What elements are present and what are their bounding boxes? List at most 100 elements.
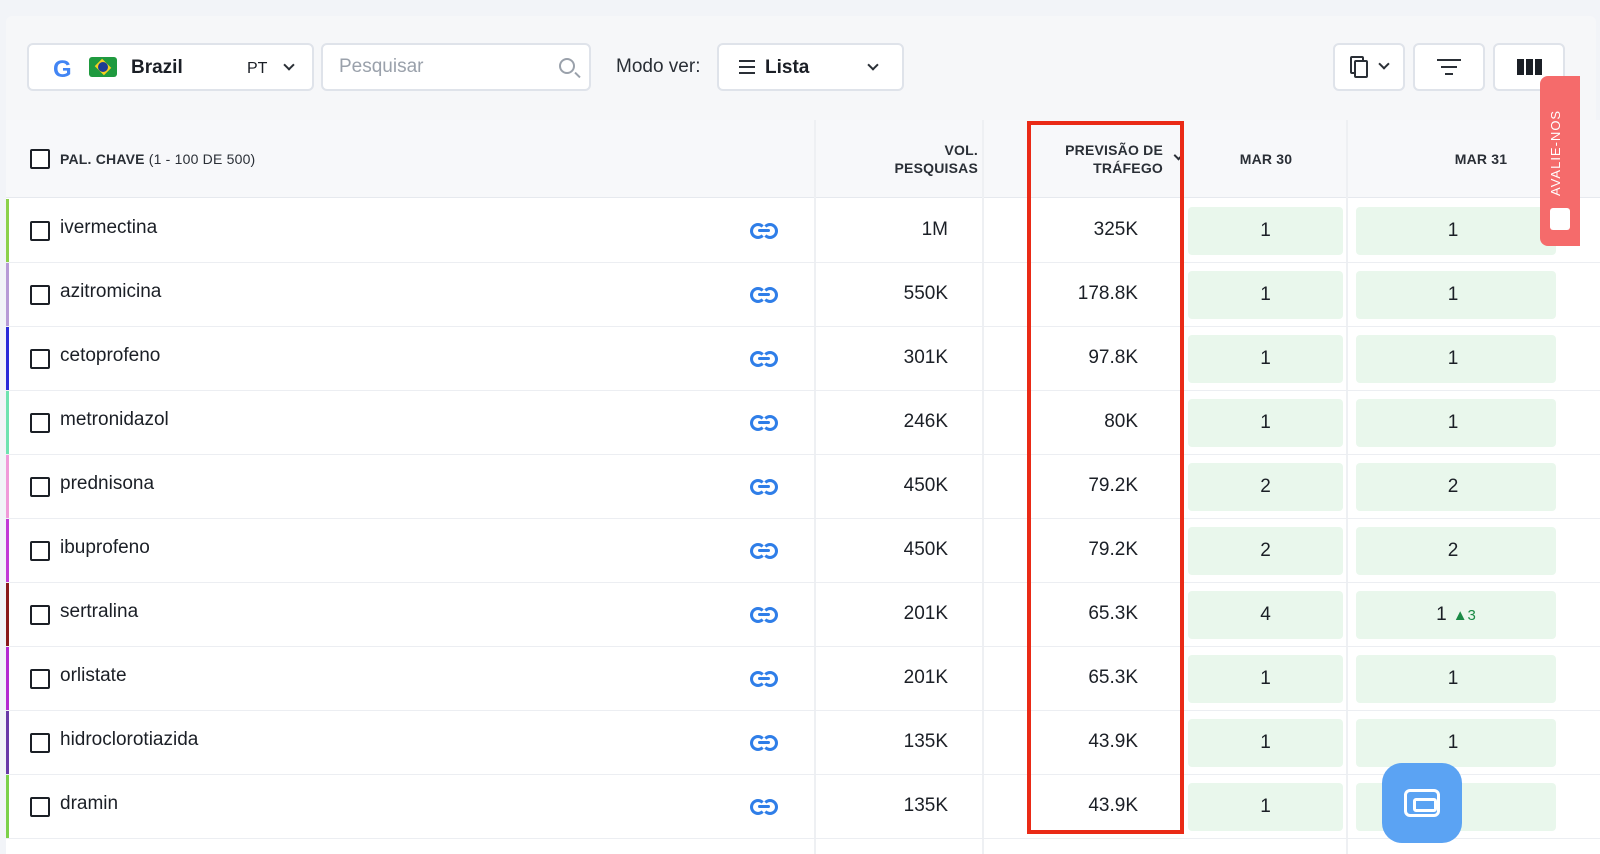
link-icon[interactable] [750, 543, 778, 559]
search-volume: 450K [903, 475, 948, 496]
header-keyword-count: (1 - 100 DE 500) [148, 151, 256, 167]
table-row: hidroclorotiazida 135K 43.9K 1 1 [6, 711, 1600, 775]
table-row: prednisona 450K 79.2K 2 2 [6, 455, 1600, 519]
select-all-checkbox[interactable] [30, 149, 50, 169]
search-volume: 1M [921, 219, 948, 240]
region-country: Brazil [131, 57, 183, 78]
columns-icon [1516, 59, 1542, 75]
keyword-color-bar [6, 391, 9, 454]
keyword-text: metronidazol [60, 409, 169, 430]
search-icon[interactable] [559, 58, 575, 74]
table-row: cetoprofeno 301K 97.8K 1 1 [6, 327, 1600, 391]
feedback-tab-label: AVALIE-NOS [1548, 109, 1563, 196]
traffic-forecast: 79.2K [1088, 475, 1138, 496]
region-language: PT [247, 60, 268, 77]
chat-button[interactable] [1382, 763, 1462, 843]
position-date1: 2 [1188, 463, 1343, 511]
traffic-forecast: 43.9K [1088, 731, 1138, 752]
position-date1: 2 [1188, 527, 1343, 575]
position-date2: 1 [1356, 655, 1556, 703]
keyword-text: hidroclorotiazida [60, 729, 199, 750]
link-icon[interactable] [750, 607, 778, 623]
row-checkbox[interactable] [30, 285, 50, 305]
row-checkbox[interactable] [30, 477, 50, 497]
link-icon[interactable] [750, 351, 778, 367]
header-keyword-label[interactable]: PAL. CHAVE [60, 151, 145, 167]
keyword-text: dramin [60, 793, 119, 814]
position-value: 1 [1436, 604, 1447, 625]
position-date2: 1 [1356, 335, 1556, 383]
view-mode-select[interactable]: Lista [717, 43, 904, 91]
keyword-color-bar [6, 647, 9, 710]
traffic-forecast: 325K [1093, 219, 1138, 240]
traffic-forecast: 97.8K [1088, 347, 1138, 368]
search-volume: 550K [903, 283, 948, 304]
row-checkbox[interactable] [30, 349, 50, 369]
position-value: 1 [1447, 284, 1459, 305]
position-date1: 1 [1188, 783, 1343, 831]
region-selector[interactable]: G Brazil PT [27, 43, 314, 91]
search-volume: 135K [903, 731, 948, 752]
view-mode-label: Modo ver: [616, 56, 701, 77]
table-row: azitromicina 550K 178.8K 1 1 [6, 263, 1600, 327]
table-row: ibuprofeno 450K 79.2K 2 2 [6, 519, 1600, 583]
traffic-forecast: 178.8K [1077, 283, 1138, 304]
position-value: 1 [1260, 796, 1271, 817]
filter-button[interactable] [1413, 43, 1485, 91]
keyword-text: orlistate [60, 665, 127, 686]
header-traffic-line1: PREVISÃO DE [1065, 142, 1163, 158]
search-volume: 201K [903, 603, 948, 624]
copy-button[interactable] [1333, 43, 1405, 91]
table-row: dramin 135K 43.9K 1 [6, 775, 1600, 839]
feedback-tab[interactable]: AVALIE-NOS [1540, 76, 1580, 246]
row-checkbox[interactable] [30, 669, 50, 689]
position-date2: 1 [1356, 271, 1556, 319]
traffic-forecast: 65.3K [1088, 603, 1138, 624]
row-checkbox[interactable] [30, 733, 50, 753]
keyword-color-bar [6, 263, 9, 326]
keyword-text: ivermectina [60, 217, 158, 238]
link-icon[interactable] [750, 287, 778, 303]
search-input[interactable] [339, 56, 539, 78]
position-date1: 1 [1188, 335, 1343, 383]
link-icon[interactable] [750, 223, 778, 239]
keyword-color-bar [6, 519, 9, 582]
header-volume[interactable]: VOL. PESQUISAS [828, 120, 978, 198]
link-icon[interactable] [750, 735, 778, 751]
sort-chevron-icon[interactable] [1173, 150, 1184, 160]
position-date2: 2 [1356, 463, 1556, 511]
position-date2: 1 [1356, 399, 1556, 447]
position-value: 1 [1260, 220, 1271, 241]
keyword-color-bar [6, 711, 9, 774]
row-checkbox[interactable] [30, 413, 50, 433]
traffic-forecast: 65.3K [1088, 667, 1138, 688]
keywords-table: PAL. CHAVE (1 - 100 DE 500) VOL. PESQUISA… [6, 120, 1600, 854]
table-header: PAL. CHAVE (1 - 100 DE 500) VOL. PESQUISA… [6, 120, 1600, 198]
link-icon[interactable] [750, 799, 778, 815]
row-checkbox[interactable] [30, 221, 50, 241]
position-date1: 1 [1188, 719, 1343, 767]
position-value: 1 [1260, 348, 1271, 369]
position-date1: 1 [1188, 399, 1343, 447]
search-box [321, 43, 591, 91]
brazil-flag-icon [89, 57, 117, 77]
keyword-color-bar [6, 455, 9, 518]
table-row: ivermectina 1M 325K 1 1 [6, 199, 1600, 263]
chevron-down-icon [283, 59, 295, 71]
header-traffic[interactable]: PREVISÃO DE TRÁFEGO [1036, 120, 1186, 198]
search-volume: 450K [903, 539, 948, 560]
row-checkbox[interactable] [30, 797, 50, 817]
position-value: 1 [1260, 668, 1271, 689]
google-icon: G [53, 56, 72, 83]
link-icon[interactable] [750, 415, 778, 431]
row-checkbox[interactable] [30, 605, 50, 625]
chevron-down-icon [1378, 58, 1390, 70]
link-icon[interactable] [750, 479, 778, 495]
keyword-text: ibuprofeno [60, 537, 150, 558]
header-date1[interactable]: MAR 30 [1186, 120, 1346, 198]
link-icon[interactable] [750, 671, 778, 687]
traffic-forecast: 43.9K [1088, 795, 1138, 816]
keyword-color-bar [6, 327, 9, 390]
keyword-color-bar [6, 775, 9, 838]
row-checkbox[interactable] [30, 541, 50, 561]
